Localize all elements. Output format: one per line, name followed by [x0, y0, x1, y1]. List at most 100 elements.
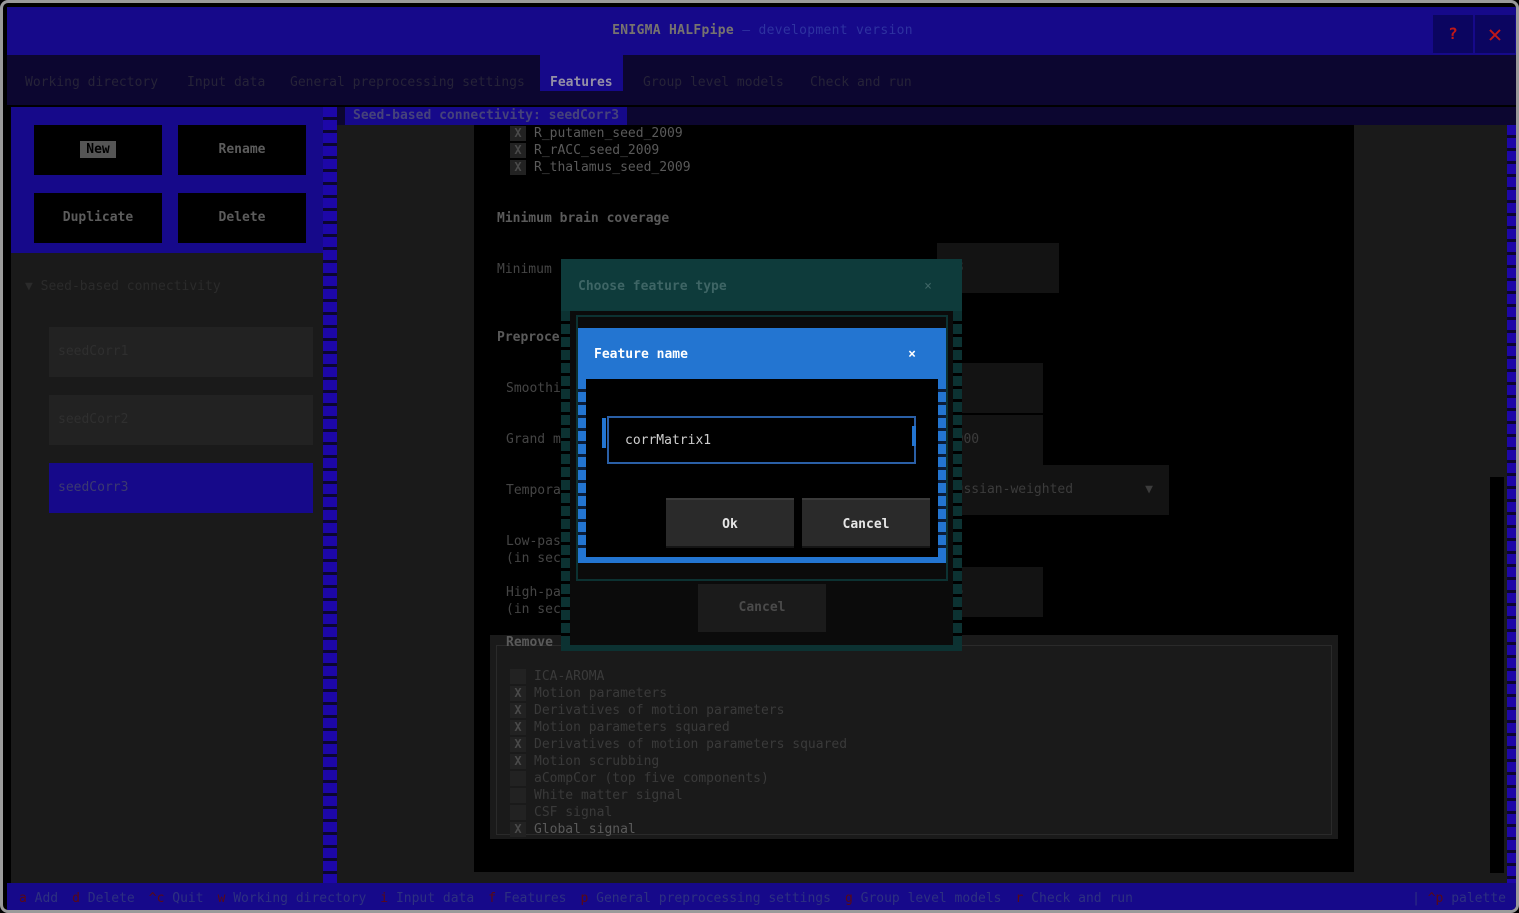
tab-bar: Working directory Input data General pre…: [7, 55, 1516, 91]
tab-check-and-run[interactable]: Check and run: [810, 75, 912, 90]
sidebar-actions: New Rename Duplicate Delete: [11, 107, 331, 253]
confound-checkbox-row[interactable]: X Global signal: [510, 822, 636, 839]
shortcut-label: Add: [34, 891, 59, 906]
shortcut-key: d: [72, 891, 80, 906]
tree-group-seed-based-connectivity[interactable]: ▼ Seed-based connectivity: [25, 279, 221, 294]
min-coverage-label: Minimum: [497, 262, 552, 277]
temporal-filter-select[interactable]: Gaussian-weighted ▼: [937, 465, 1169, 515]
seed-checkbox-row[interactable]: X R_rACC_seed_2009: [510, 143, 659, 160]
tab-group-level-models[interactable]: Group level models: [643, 75, 784, 90]
checkbox[interactable]: X: [510, 703, 526, 718]
confound-checkbox-row[interactable]: X White matter signal: [510, 788, 683, 805]
app-title-name: ENIGMA HALFpipe: [612, 23, 735, 38]
chevron-down-icon: ▼: [1145, 482, 1153, 497]
confound-label: ICA-AROMA: [534, 669, 605, 684]
tab-input-data[interactable]: Input data: [187, 75, 265, 90]
confound-checkbox-row[interactable]: X Motion scrubbing: [510, 754, 659, 771]
tree-item-seedcorr1[interactable]: seedCorr1: [49, 327, 313, 377]
cancel-button[interactable]: Cancel: [802, 498, 930, 548]
shortcut-item[interactable]: i Input data: [380, 891, 488, 906]
seed-label: R_putamen_seed_2009: [534, 126, 683, 141]
shortcut-item[interactable]: r Check and run: [1016, 891, 1147, 906]
name-dialog-border-bottom: [578, 557, 946, 563]
shortcut-item[interactable]: p General preprocessing settings: [581, 891, 845, 906]
help-button[interactable]: ?: [1433, 15, 1473, 53]
seed-checkbox-row[interactable]: X R_thalamus_seed_2009: [510, 160, 691, 177]
checkbox[interactable]: X: [510, 160, 526, 175]
confound-checkbox-row[interactable]: X Derivatives of motion parameters: [510, 703, 784, 720]
checkbox[interactable]: X: [510, 669, 526, 684]
name-dialog-title: Feature name: [594, 347, 688, 362]
highpass-unit-label: (in sec: [506, 602, 561, 617]
tab-working-directory[interactable]: Working directory: [25, 75, 158, 90]
app-title: ENIGMA HALFpipe — development version: [7, 23, 1516, 38]
palette-label: palette: [1451, 891, 1506, 906]
rename-button[interactable]: Rename: [178, 125, 306, 175]
shortcut-label: Working directory: [233, 891, 367, 906]
lowpass-unit-label: (in sec: [506, 551, 561, 566]
preprocessing-heading: Preproce: [497, 330, 560, 345]
palette-key: ^p: [1427, 891, 1444, 906]
checkbox[interactable]: X: [510, 754, 526, 769]
checkbox[interactable]: X: [510, 771, 526, 786]
confounds-group: Remove X ICA-AROMA X Motion parameters X Deri…: [490, 635, 1338, 839]
title-bar: ENIGMA HALFpipe — development version ? …: [7, 7, 1516, 55]
confound-checkbox-row[interactable]: X CSF signal: [510, 805, 612, 822]
feature-name-dialog: Feature name × Ok Cancel: [578, 328, 946, 563]
name-dialog-border-right: [938, 379, 946, 557]
min-coverage-heading: Minimum brain coverage: [497, 211, 670, 226]
confound-checkbox-row[interactable]: X Motion parameters: [510, 686, 667, 703]
name-dialog-border-left: [578, 379, 586, 557]
shortcut-item[interactable]: g Group level models: [845, 891, 1016, 906]
close-icon[interactable]: ✕: [1475, 15, 1515, 53]
duplicate-button[interactable]: Duplicate: [34, 193, 162, 243]
checkbox[interactable]: X: [510, 737, 526, 752]
shortcut-item[interactable]: f Features: [488, 891, 580, 906]
close-icon[interactable]: ×: [924, 279, 932, 294]
shortcut-label: Input data: [395, 891, 475, 906]
close-icon[interactable]: ×: [908, 347, 916, 362]
tab-features[interactable]: Features: [540, 55, 623, 91]
shortcut-item[interactable]: ^c Quit: [149, 891, 218, 906]
tab-underline: [7, 91, 1516, 105]
delete-button[interactable]: Delete: [178, 193, 306, 243]
confound-label: Motion parameters squared: [534, 720, 730, 735]
app-title-suffix: — development version: [742, 23, 913, 38]
checkbox[interactable]: X: [510, 686, 526, 701]
confound-checkbox-row[interactable]: XaCompCor (top five components): [510, 771, 769, 788]
lowpass-label: Low-pas: [506, 534, 561, 549]
smoothing-label: Smoothi: [506, 381, 561, 396]
new-button-label: New: [80, 141, 116, 158]
tab-general-preprocessing[interactable]: General preprocessing settings: [290, 75, 525, 90]
shortcut-item[interactable]: d Delete: [72, 891, 149, 906]
feature-name-input[interactable]: [607, 416, 916, 464]
shortcut-item[interactable]: a Add: [19, 891, 72, 906]
confound-checkbox-row[interactable]: X Motion parameters squared: [510, 720, 730, 737]
seed-label: R_thalamus_seed_2009: [534, 160, 691, 175]
checkbox[interactable]: X: [510, 822, 526, 837]
sidebar-border: [323, 107, 337, 883]
confound-label: Global signal: [534, 822, 636, 837]
checkbox[interactable]: X: [510, 126, 526, 141]
shortcut-item[interactable]: w Working directory: [218, 891, 381, 906]
tree-item-seedcorr3[interactable]: seedCorr3: [49, 463, 313, 513]
checkbox[interactable]: X: [510, 788, 526, 803]
checkbox[interactable]: X: [510, 720, 526, 735]
new-button[interactable]: New: [34, 125, 162, 175]
seed-checkbox-row[interactable]: X R_putamen_seed_2009: [510, 126, 683, 143]
shortcut-label: Delete: [87, 891, 135, 906]
checkbox[interactable]: X: [510, 143, 526, 158]
tree-item-seedcorr2[interactable]: seedCorr2: [49, 395, 313, 445]
confound-checkbox-row[interactable]: X ICA-AROMA: [510, 669, 604, 686]
shortcut-key: a: [19, 891, 27, 906]
confound-checkbox-row[interactable]: X Derivatives of motion parameters square…: [510, 737, 847, 754]
shortcut-label: Quit: [172, 891, 204, 906]
ok-button[interactable]: Ok: [666, 498, 794, 548]
checkbox[interactable]: X: [510, 805, 526, 820]
editor-scrollbar[interactable]: [1490, 477, 1504, 873]
palette-shortcut[interactable]: | ^p palette: [1412, 891, 1506, 906]
feature-sidebar: New Rename Duplicate Delete ▼ Seed-based…: [11, 107, 337, 883]
choose-dialog-border-bottom: [561, 645, 962, 651]
choose-cancel-button[interactable]: Cancel: [698, 584, 826, 632]
confound-label: Motion scrubbing: [534, 754, 660, 769]
